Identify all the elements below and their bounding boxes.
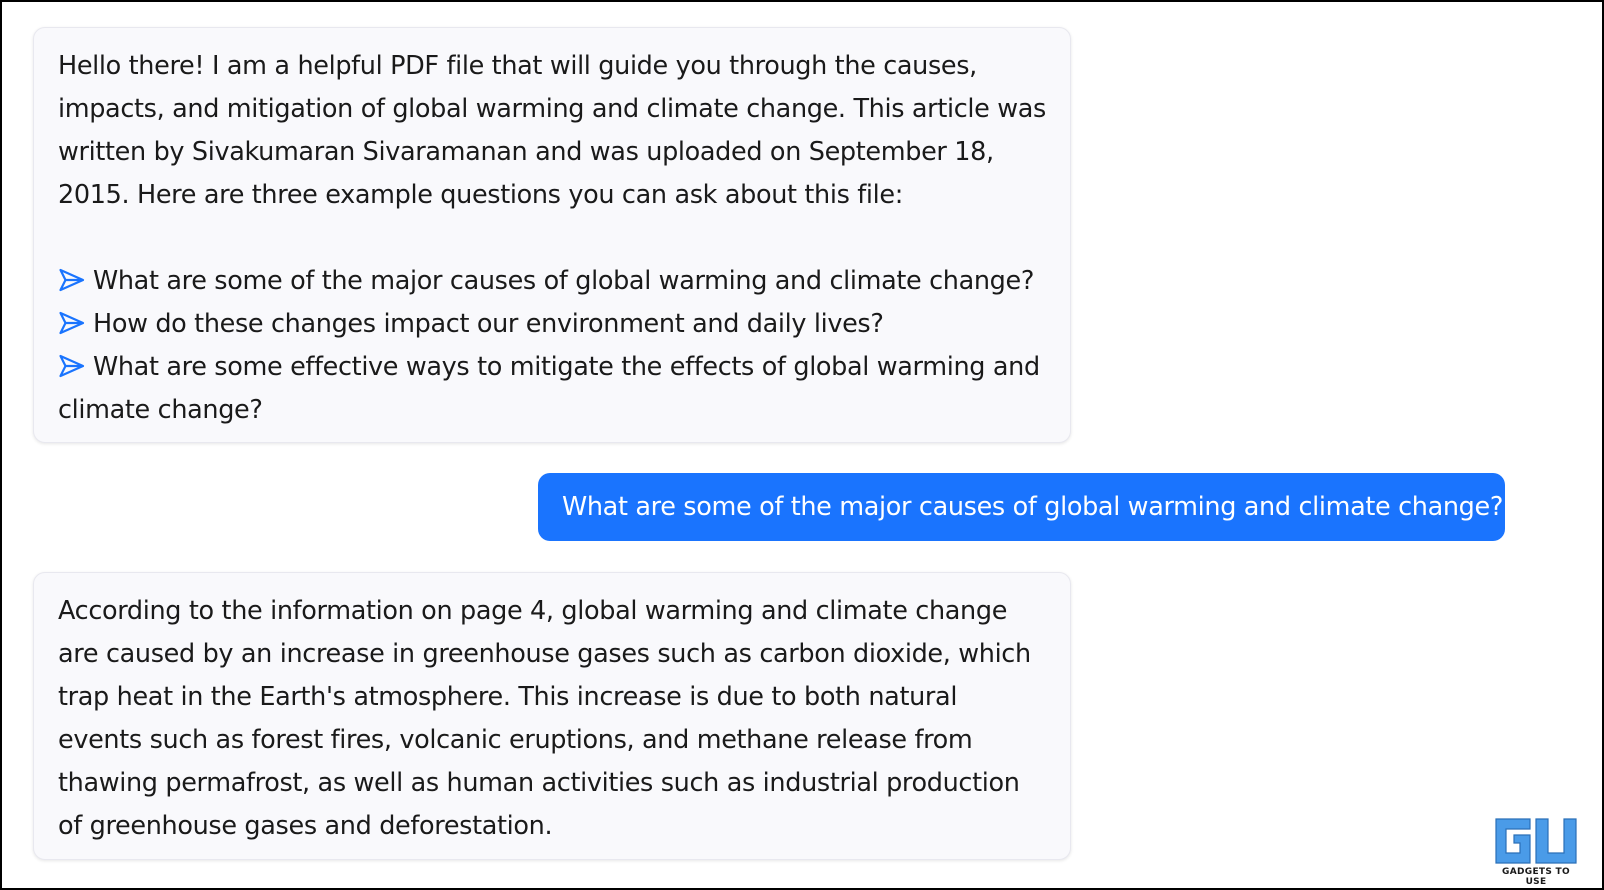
suggested-question-text: What are some effective ways to mitigate… bbox=[58, 352, 1040, 425]
suggested-question[interactable]: How do these changes impact our environm… bbox=[58, 303, 1048, 346]
send-arrow-icon bbox=[59, 268, 85, 292]
gadgets-to-use-logo-icon: GADGETS TO USE bbox=[1490, 815, 1582, 887]
answer-text: According to the information on page 4, … bbox=[58, 596, 1031, 841]
logo-caption: GADGETS TO USE bbox=[1502, 867, 1570, 887]
suggested-question-text: How do these changes impact our environm… bbox=[93, 309, 884, 339]
intro-text: Hello there! I am a helpful PDF file tha… bbox=[58, 51, 1046, 210]
send-arrow-icon bbox=[59, 354, 85, 378]
suggested-question[interactable]: What are some effective ways to mitigate… bbox=[58, 346, 1048, 432]
logo-mark bbox=[1495, 818, 1577, 864]
suggested-question[interactable]: What are some of the major causes of glo… bbox=[58, 260, 1048, 303]
chat-window: Hello there! I am a helpful PDF file tha… bbox=[0, 0, 1604, 890]
send-arrow-icon bbox=[59, 311, 85, 335]
assistant-message: Hello there! I am a helpful PDF file tha… bbox=[33, 27, 1071, 443]
assistant-message: According to the information on page 4, … bbox=[33, 572, 1071, 860]
suggested-question-text: What are some of the major causes of glo… bbox=[93, 266, 1035, 296]
user-message: What are some of the major causes of glo… bbox=[538, 473, 1505, 541]
